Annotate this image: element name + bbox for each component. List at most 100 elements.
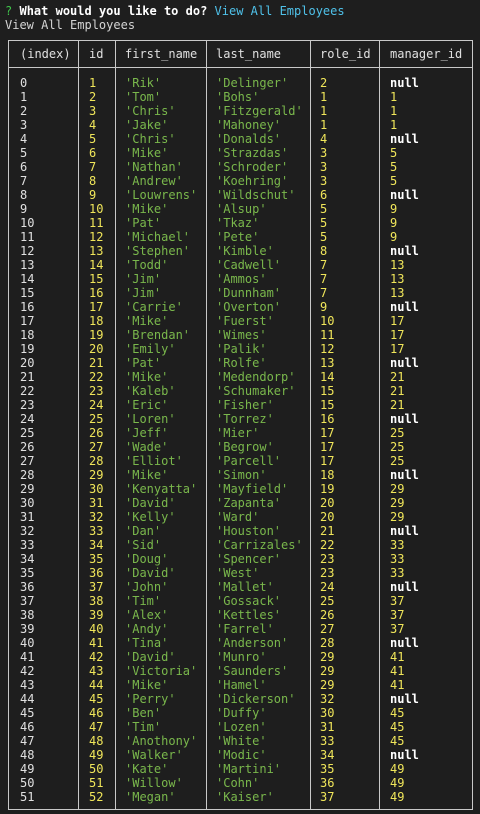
cell-index: 7 bbox=[20, 174, 28, 188]
cell-id: 23 bbox=[89, 384, 104, 398]
cell-role-id: 37 bbox=[320, 790, 335, 804]
cell-role-id: 24 bbox=[320, 580, 335, 594]
cell-first-name: 'Tim' bbox=[125, 594, 162, 608]
table-row: 50 51 'Willow' 'Cohn' 36 49 bbox=[9, 776, 472, 790]
cell-role-id: 23 bbox=[320, 552, 335, 566]
cell-first-name: 'Elliot' bbox=[125, 454, 183, 468]
table-row: 43 44 'Mike' 'Hamel' 29 41 bbox=[9, 678, 472, 692]
table-row: 30 31 'David' 'Zapanta' 20 29 bbox=[9, 496, 472, 510]
cell-index: 26 bbox=[20, 440, 35, 454]
cell-first-name: 'Anothony' bbox=[125, 734, 198, 748]
cell-index: 34 bbox=[20, 552, 35, 566]
table-row: 0 1 'Rik' 'Delinger' 2 null bbox=[9, 76, 472, 90]
cell-role-id: 11 bbox=[320, 328, 335, 342]
cell-last-name: 'Overton' bbox=[216, 300, 282, 314]
cell-last-name: 'West' bbox=[216, 566, 260, 580]
cell-index: 50 bbox=[20, 776, 35, 790]
cell-role-id: 20 bbox=[320, 496, 335, 510]
cell-index: 30 bbox=[20, 496, 35, 510]
table-row: 24 25 'Loren' 'Torrez' 16 null bbox=[9, 412, 472, 426]
cell-id: 31 bbox=[89, 496, 104, 510]
cell-first-name: 'Andy' bbox=[125, 622, 169, 636]
table-row: 34 35 'Doug' 'Spencer' 23 33 bbox=[9, 552, 472, 566]
cell-id: 49 bbox=[89, 748, 104, 762]
cell-manager-id: null bbox=[390, 356, 419, 370]
cell-manager-id: 37 bbox=[390, 622, 405, 636]
cell-last-name: 'Mahoney' bbox=[216, 118, 282, 132]
cell-id: 1 bbox=[89, 76, 97, 90]
cell-last-name: 'Lozen' bbox=[216, 720, 267, 734]
header-first-name: first_name bbox=[125, 47, 198, 61]
cell-last-name: 'Farrel' bbox=[216, 622, 274, 636]
cell-first-name: 'Kelly' bbox=[125, 510, 176, 524]
cell-index: 22 bbox=[20, 384, 35, 398]
cell-first-name: 'Dan' bbox=[125, 524, 162, 538]
cell-id: 28 bbox=[89, 454, 104, 468]
cell-manager-id: 21 bbox=[390, 370, 405, 384]
cell-id: 9 bbox=[89, 188, 97, 202]
cell-first-name: 'Jake' bbox=[125, 118, 169, 132]
cell-role-id: 17 bbox=[320, 454, 335, 468]
cell-index: 36 bbox=[20, 580, 35, 594]
cell-manager-id: 21 bbox=[390, 384, 405, 398]
cell-index: 32 bbox=[20, 524, 35, 538]
cell-index: 5 bbox=[20, 146, 28, 160]
cell-role-id: 34 bbox=[320, 748, 335, 762]
cell-first-name: 'Stephen' bbox=[125, 244, 191, 258]
cell-last-name: 'Palik' bbox=[216, 342, 267, 356]
cell-id: 34 bbox=[89, 538, 104, 552]
cell-first-name: 'Jim' bbox=[125, 272, 162, 286]
cell-role-id: 7 bbox=[320, 286, 328, 300]
cell-role-id: 22 bbox=[320, 538, 335, 552]
cell-last-name: 'Donalds' bbox=[216, 132, 282, 146]
echo-line: View All Employees bbox=[5, 18, 136, 32]
cell-manager-id: 41 bbox=[390, 664, 405, 678]
table-row: 37 38 'Tim' 'Gossack' 25 37 bbox=[9, 594, 472, 608]
cell-manager-id: null bbox=[390, 692, 419, 706]
cell-last-name: 'Ward' bbox=[216, 510, 260, 524]
table-row: 1 2 'Tom' 'Bohs' 1 1 bbox=[9, 90, 472, 104]
cell-last-name: 'Spencer' bbox=[216, 552, 282, 566]
cell-last-name: 'Tkaz' bbox=[216, 216, 260, 230]
cell-role-id: 5 bbox=[320, 202, 328, 216]
header-role-id: role_id bbox=[320, 47, 371, 61]
cell-role-id: 5 bbox=[320, 230, 328, 244]
cell-last-name: 'Wimes' bbox=[216, 328, 267, 342]
table-row: 26 27 'Wade' 'Begrow' 17 25 bbox=[9, 440, 472, 454]
prompt-line: ? What would you like to do? View All Em… bbox=[5, 4, 345, 18]
cell-id: 20 bbox=[89, 342, 104, 356]
cell-id: 52 bbox=[89, 790, 104, 804]
cell-id: 36 bbox=[89, 566, 104, 580]
cell-id: 51 bbox=[89, 776, 104, 790]
cell-last-name: 'Munro' bbox=[216, 650, 267, 664]
cell-id: 22 bbox=[89, 370, 104, 384]
cell-index: 23 bbox=[20, 398, 35, 412]
cell-last-name: 'Zapanta' bbox=[216, 496, 282, 510]
cell-role-id: 15 bbox=[320, 384, 335, 398]
cell-role-id: 30 bbox=[320, 706, 335, 720]
cell-first-name: 'Sid' bbox=[125, 538, 162, 552]
cell-manager-id: null bbox=[390, 132, 419, 146]
cell-id: 33 bbox=[89, 524, 104, 538]
cell-manager-id: 13 bbox=[390, 258, 405, 272]
cell-role-id: 23 bbox=[320, 566, 335, 580]
cell-manager-id: null bbox=[390, 412, 419, 426]
cell-index: 13 bbox=[20, 258, 35, 272]
cell-last-name: 'Fuerst' bbox=[216, 314, 274, 328]
table-row: 36 37 'John' 'Mallet' 24 null bbox=[9, 580, 472, 594]
cell-last-name: 'Dunnham' bbox=[216, 286, 282, 300]
cell-last-name: 'Duffy' bbox=[216, 706, 267, 720]
cell-first-name: 'Mike' bbox=[125, 370, 169, 384]
cell-id: 10 bbox=[89, 202, 104, 216]
cell-index: 40 bbox=[20, 636, 35, 650]
cell-manager-id: 25 bbox=[390, 454, 405, 468]
cell-last-name: 'Mier' bbox=[216, 426, 260, 440]
cell-manager-id: 5 bbox=[390, 174, 398, 188]
cell-id: 45 bbox=[89, 692, 104, 706]
cell-id: 38 bbox=[89, 594, 104, 608]
cell-last-name: 'Bohs' bbox=[216, 90, 260, 104]
cell-index: 49 bbox=[20, 762, 35, 776]
table-row: 19 20 'Emily' 'Palik' 12 17 bbox=[9, 342, 472, 356]
cell-first-name: 'Mike' bbox=[125, 468, 169, 482]
cell-first-name: 'Pat' bbox=[125, 356, 162, 370]
